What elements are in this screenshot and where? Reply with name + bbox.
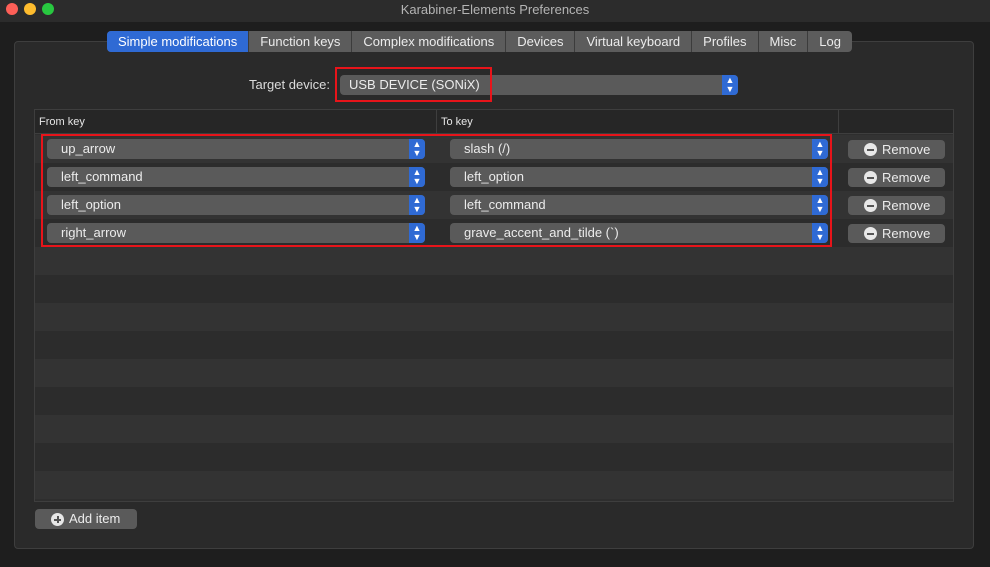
tab-log[interactable]: Log: [808, 31, 852, 52]
to-key-select[interactable]: slash (/) ▲ ▼: [450, 139, 828, 159]
chevron-up-down-icon: ▲ ▼: [812, 223, 828, 243]
remove-button[interactable]: Remove: [848, 224, 945, 243]
remove-button[interactable]: Remove: [848, 196, 945, 215]
empty-table-row: [35, 359, 953, 387]
add-item-button[interactable]: Add item: [35, 509, 137, 529]
tab-profiles[interactable]: Profiles: [692, 31, 759, 52]
add-item-label: Add item: [69, 511, 121, 526]
minus-circle-icon: [864, 143, 877, 156]
tab-virtual-keyboard[interactable]: Virtual keyboard: [575, 31, 693, 52]
plus-circle-icon: [51, 513, 64, 526]
column-header-to-key: To key: [437, 110, 839, 134]
tab-function-keys[interactable]: Function keys: [249, 31, 353, 52]
empty-table-row: [35, 247, 953, 275]
empty-table-row: [35, 303, 953, 331]
simple-modifications-table: From key To key up_arrow ▲ ▼ slash (/) ▲ ▼…: [34, 109, 954, 502]
from-key-value: left_command: [61, 169, 143, 184]
empty-table-row: [35, 415, 953, 443]
title-bar: Karabiner-Elements Preferences: [0, 0, 990, 22]
from-key-value: up_arrow: [61, 141, 116, 156]
remove-button[interactable]: Remove: [848, 140, 945, 159]
remove-button-label: Remove: [882, 198, 931, 213]
window-title: Karabiner-Elements Preferences: [400, 2, 590, 17]
tab-devices[interactable]: Devices: [506, 31, 576, 52]
table-row: left_command ▲ ▼ left_option ▲ ▼ Remove: [35, 163, 953, 191]
remove-button-label: Remove: [882, 142, 931, 157]
chevron-up-down-icon: ▲ ▼: [409, 223, 425, 243]
chevron-up-down-icon: ▲ ▼: [812, 167, 828, 187]
minus-circle-icon: [864, 171, 877, 184]
target-device-label: Target device:: [249, 77, 330, 92]
to-key-value: grave_accent_and_tilde (`): [464, 225, 619, 240]
tab-misc[interactable]: Misc: [759, 31, 809, 52]
to-key-value: left_option: [464, 169, 524, 184]
to-key-select[interactable]: grave_accent_and_tilde (`) ▲ ▼: [450, 223, 828, 243]
empty-table-row: [35, 331, 953, 359]
chevron-up-down-icon: ▲ ▼: [409, 167, 425, 187]
from-key-select[interactable]: right_arrow ▲ ▼: [47, 223, 425, 243]
to-key-value: left_command: [464, 197, 546, 212]
tab-simple-modifications[interactable]: Simple modifications: [107, 31, 250, 52]
chevron-up-down-icon: ▲ ▼: [812, 195, 828, 215]
empty-table-row: [35, 275, 953, 303]
tab-complex-modifications[interactable]: Complex modifications: [352, 31, 507, 52]
from-key-select[interactable]: left_command ▲ ▼: [47, 167, 425, 187]
empty-table-row: [35, 387, 953, 415]
empty-table-row: [35, 471, 953, 499]
remove-button-label: Remove: [882, 170, 931, 185]
empty-table-row: [35, 443, 953, 471]
table-header: From key To key: [35, 110, 953, 134]
table-row: up_arrow ▲ ▼ slash (/) ▲ ▼ Remove: [35, 135, 953, 163]
chevron-up-down-icon: ▲ ▼: [722, 75, 738, 95]
table-row: left_option ▲ ▼ left_command ▲ ▼ Remove: [35, 191, 953, 219]
to-key-select[interactable]: left_command ▲ ▼: [450, 195, 828, 215]
chevron-up-down-icon: ▲ ▼: [812, 139, 828, 159]
from-key-select[interactable]: left_option ▲ ▼: [47, 195, 425, 215]
remove-button[interactable]: Remove: [848, 168, 945, 187]
minus-circle-icon: [864, 227, 877, 240]
chevron-up-down-icon: ▲ ▼: [409, 139, 425, 159]
target-device-select[interactable]: USB DEVICE (SONiX) ▲ ▼: [340, 75, 738, 95]
from-key-select[interactable]: up_arrow ▲ ▼: [47, 139, 425, 159]
remove-button-label: Remove: [882, 226, 931, 241]
from-key-value: left_option: [61, 197, 121, 212]
target-device-value: USB DEVICE (SONiX): [349, 77, 480, 92]
tab-bar: Simple modifications Function keys Compl…: [107, 31, 852, 52]
from-key-value: right_arrow: [61, 225, 127, 240]
to-key-select[interactable]: left_option ▲ ▼: [450, 167, 828, 187]
to-key-value: slash (/): [464, 141, 511, 156]
column-header-from-key: From key: [35, 110, 437, 134]
minus-circle-icon: [864, 199, 877, 212]
table-row: right_arrow ▲ ▼ grave_accent_and_tilde (`…: [35, 219, 953, 247]
chevron-up-down-icon: ▲ ▼: [409, 195, 425, 215]
